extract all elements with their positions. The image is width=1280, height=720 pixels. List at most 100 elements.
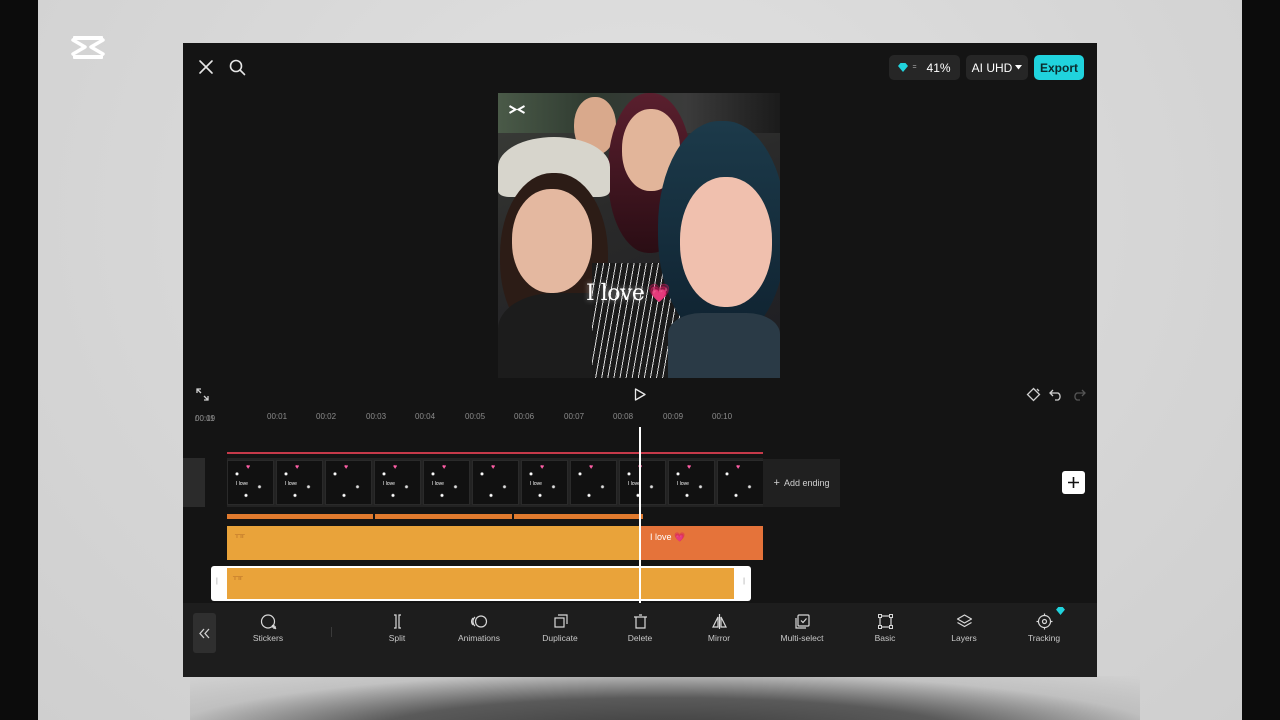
add-clip-button[interactable]: [1062, 471, 1085, 494]
quality-label: AI UHD: [971, 60, 1013, 75]
video-thumbnail: ♥: [472, 460, 519, 505]
play-icon[interactable]: [628, 382, 652, 406]
preview-heart-emoji: 💗: [648, 283, 671, 303]
keyframe-icon[interactable]: [1021, 382, 1045, 406]
background-left-band: [0, 0, 38, 720]
video-thumbnail: ♥: [325, 460, 372, 505]
video-thumbnail: ♥I love: [668, 460, 715, 505]
tool-multi-select[interactable]: Multi-select: [767, 613, 837, 653]
redo-icon: [1067, 382, 1091, 406]
toolbar-divider: [331, 627, 332, 637]
multi-select-icon: [794, 614, 810, 629]
video-editor-window: = 41% AI UHD Export I love 💗 00:09 / 00:…: [183, 43, 1097, 677]
tool-label: Mirror: [707, 633, 731, 643]
split-icon: [393, 614, 401, 629]
video-preview[interactable]: I love 💗: [498, 93, 780, 378]
layers-icon: [956, 614, 972, 628]
ruler-tick: 00:09: [663, 412, 684, 421]
ruler-tick: 00:07: [564, 412, 585, 421]
tool-mirror[interactable]: Mirror: [684, 613, 754, 653]
trim-handle-right[interactable]: |: [743, 578, 745, 585]
tool-label: Basic: [874, 633, 896, 643]
tool-label: Multi-select: [780, 633, 824, 643]
capcut-logo-icon: [71, 36, 105, 59]
video-thumbnail: ♥I love: [619, 460, 666, 505]
overlay-track-clip[interactable]: ᚁᚂ: [227, 568, 734, 599]
playhead[interactable]: [639, 427, 641, 604]
tracking-icon: [1036, 613, 1052, 630]
tool-duplicate[interactable]: Duplicate: [525, 613, 595, 653]
video-track[interactable]: ♥ I love ♥ I love ♥ ♥ I love ♥ I love ♥ ♥ I l…: [227, 458, 763, 507]
tool-basic[interactable]: Basic: [850, 613, 920, 653]
effect-strip[interactable]: [227, 514, 373, 519]
video-thumbnail: ♥I love: [374, 460, 421, 505]
clip-sticker-mark: ᚁᚂ: [233, 572, 243, 581]
video-thumbnail: ♥: [717, 460, 763, 505]
tool-layers[interactable]: Layers: [929, 613, 999, 653]
timeline-ruler[interactable]: 00:09 / 00:11 00:01 00:02 00:03 00:04 00…: [183, 409, 1097, 427]
chevron-down-icon: [1015, 65, 1023, 70]
undo-icon[interactable]: [1044, 382, 1068, 406]
effect-strip[interactable]: [375, 514, 512, 519]
tool-delete[interactable]: Delete: [605, 613, 675, 653]
ruler-tick: 00:10: [712, 412, 733, 421]
credits-value: 41%: [926, 60, 951, 75]
duplicate-icon: [553, 614, 568, 628]
search-icon[interactable]: [225, 55, 249, 79]
fullscreen-icon[interactable]: [190, 382, 214, 406]
video-thumbnail: ♥I love: [521, 460, 568, 505]
collapse-toolbar-button[interactable]: [193, 613, 216, 653]
bottom-toolbar: Stickers Split Animations Duplicate Dele…: [183, 603, 1097, 677]
add-ending-button[interactable]: + Add ending: [763, 459, 840, 507]
video-thumbnail: ♥: [570, 460, 617, 505]
ruler-tick: 00:03: [366, 412, 387, 421]
video-thumbnail: ♥I love: [227, 460, 274, 505]
ruler-tick: 00:05: [465, 412, 486, 421]
person-top: [668, 313, 780, 378]
tool-label: Stickers: [252, 633, 284, 643]
ruler-tick: 00:01: [267, 412, 288, 421]
credits-pill[interactable]: = 41%: [889, 55, 960, 80]
double-chevron-left-icon: [199, 628, 210, 638]
tool-label: Animations: [457, 633, 501, 643]
top-bar: = 41% AI UHD Export: [183, 43, 1097, 91]
effect-strip[interactable]: [514, 514, 643, 519]
tool-stickers[interactable]: Stickers: [233, 613, 303, 653]
tool-tracking[interactable]: Tracking: [1009, 607, 1079, 653]
total-time: 00:11: [195, 414, 215, 423]
background-right-band: [1242, 0, 1280, 720]
clip-sticker-mark: ᚁᚂ: [235, 530, 245, 539]
tool-split[interactable]: Split: [362, 613, 432, 653]
ruler-tick: 00:02: [316, 412, 337, 421]
text-clip-selected[interactable]: I love 💗: [640, 526, 763, 560]
track-marker-line: [227, 452, 763, 454]
sticker-icon: [260, 614, 276, 630]
video-thumbnail: ♥I love: [423, 460, 470, 505]
preview-text-overlay[interactable]: I love: [586, 281, 645, 306]
tool-label: Tracking: [1027, 633, 1061, 643]
ruler-tick: 00:08: [613, 412, 634, 421]
plus-icon: +: [773, 477, 780, 489]
plus-icon: [1068, 477, 1079, 488]
quality-dropdown[interactable]: AI UHD: [966, 55, 1028, 80]
tool-label: Split: [388, 633, 406, 643]
ruler-tick: 00:06: [514, 412, 535, 421]
premium-diamond-icon: [1056, 607, 1065, 615]
basic-icon: [877, 614, 893, 629]
delete-icon: [633, 614, 647, 629]
animations-icon: [470, 615, 487, 628]
tool-label: Delete: [627, 633, 653, 643]
watermark-icon: [508, 105, 526, 114]
diamond-icon: [898, 63, 909, 72]
previous-clip-thumbnail[interactable]: [183, 458, 205, 507]
trim-handle-left[interactable]: |: [216, 578, 218, 585]
tool-animations[interactable]: Animations: [444, 613, 514, 653]
export-button[interactable]: Export: [1034, 55, 1084, 80]
ruler-tick: 00:04: [415, 412, 436, 421]
credits-separator: =: [912, 64, 917, 71]
person-face: [680, 177, 772, 307]
tool-label: Duplicate: [542, 633, 578, 643]
mirror-icon: [711, 614, 727, 629]
person-face: [512, 189, 592, 293]
close-icon[interactable]: [194, 55, 218, 79]
